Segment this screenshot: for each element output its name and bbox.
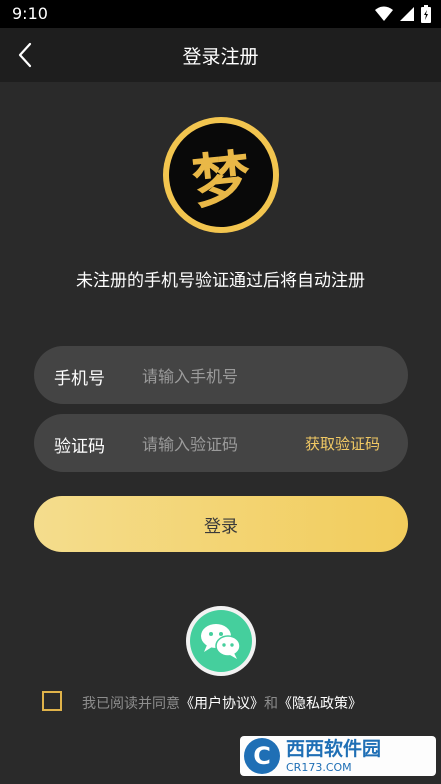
register-hint: 未注册的手机号验证通过后将自动注册 xyxy=(76,271,365,291)
phone-field: 手机号 xyxy=(34,346,408,404)
page-title: 登录注册 xyxy=(182,46,259,68)
logo-glyph: 梦 xyxy=(163,117,279,233)
wechat-icon xyxy=(190,610,252,672)
code-field: 验证码 获取验证码 xyxy=(34,414,408,472)
login-button[interactable]: 登录 xyxy=(34,496,408,552)
battery-icon xyxy=(421,5,431,23)
privacy-policy-link[interactable]: 《隐私政策》 xyxy=(278,696,362,712)
watermark-title: 西西软件园 xyxy=(286,737,382,760)
watermark-logo: C xyxy=(244,738,280,774)
wifi-icon xyxy=(375,6,393,21)
watermark: C 西西软件园 CR173.COM xyxy=(240,736,436,776)
phone-label: 手机号 xyxy=(54,369,105,389)
signal-icon xyxy=(400,7,414,21)
app-logo: 梦 xyxy=(163,117,279,233)
nav-bar: 登录注册 xyxy=(0,28,441,82)
status-icons xyxy=(375,5,431,23)
agreement-conjunction: 和 xyxy=(264,696,278,712)
wechat-login-button[interactable] xyxy=(186,606,256,676)
code-label: 验证码 xyxy=(54,437,105,457)
code-input[interactable] xyxy=(140,426,294,462)
get-code-button[interactable]: 获取验证码 xyxy=(305,433,380,454)
agreement-text: 我已阅读并同意《用户协议》和《隐私政策》 xyxy=(82,693,362,713)
watermark-url: CR173.COM xyxy=(286,760,352,774)
phone-input[interactable] xyxy=(140,358,294,394)
status-bar: 9:10 xyxy=(0,0,441,28)
agreement-row: 我已阅读并同意《用户协议》和《隐私政策》 xyxy=(42,690,422,716)
status-time: 9:10 xyxy=(12,4,48,23)
user-agreement-link[interactable]: 《用户协议》 xyxy=(180,696,264,712)
agreement-prefix: 我已阅读并同意 xyxy=(82,696,180,712)
agreement-checkbox[interactable] xyxy=(42,691,62,711)
